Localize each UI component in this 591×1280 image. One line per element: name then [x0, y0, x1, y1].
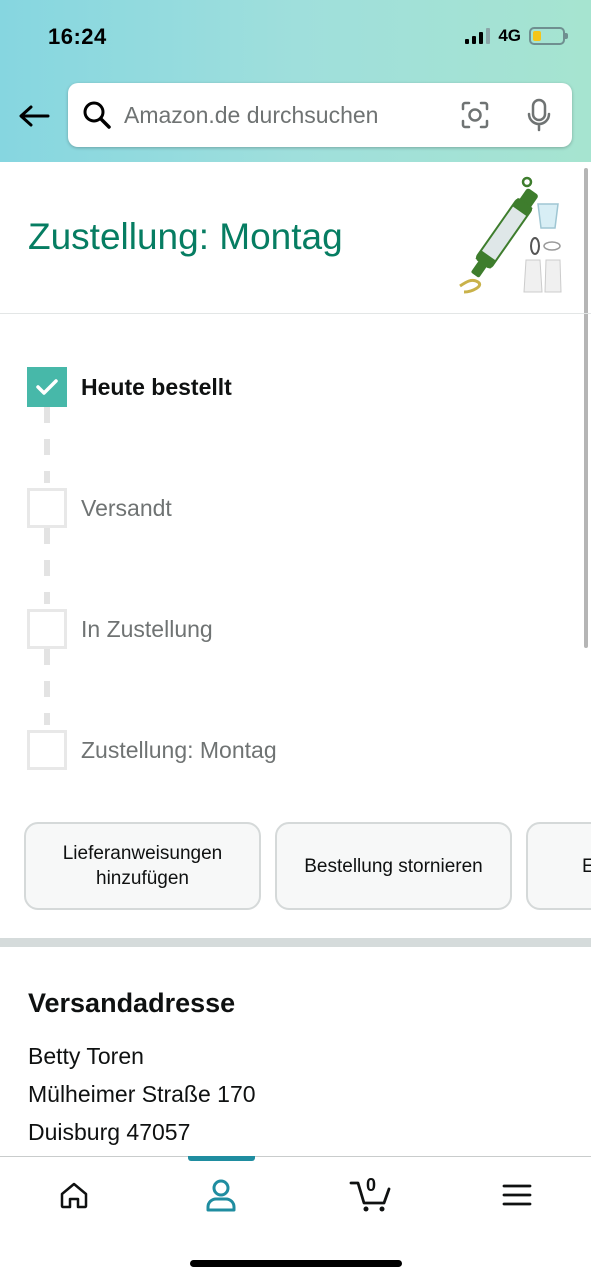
- step-label: In Zustellung: [81, 615, 213, 642]
- home-indicator: [190, 1260, 402, 1267]
- timeline-connector: [44, 528, 50, 604]
- nav-account[interactable]: [191, 1173, 251, 1217]
- back-button[interactable]: [16, 98, 52, 134]
- nav-cart[interactable]: 0: [341, 1173, 401, 1217]
- action-buttons: Lieferanweisungen hinzufügen Bestellung …: [0, 822, 591, 910]
- address-city: Duisburg 47057: [28, 1119, 191, 1145]
- step-ordered: Heute bestellt: [27, 367, 232, 407]
- timeline-connector: [44, 649, 50, 725]
- search-input[interactable]: [124, 101, 460, 129]
- delivery-header: Zustellung: Montag: [0, 162, 591, 314]
- step-label: Heute bestellt: [81, 373, 232, 400]
- search-icon: [83, 101, 111, 129]
- menu-icon: [502, 1184, 532, 1206]
- step-out-for-delivery: In Zustellung: [27, 609, 213, 649]
- battery-icon: [529, 27, 568, 45]
- address-title: Versandadresse: [28, 988, 236, 1018]
- search-bar[interactable]: [68, 83, 572, 147]
- checkbox-empty-icon: [27, 609, 67, 649]
- step-label: Zustellung: Montag: [81, 736, 277, 763]
- cart-count-badge: 0: [365, 1175, 376, 1195]
- account-icon: [206, 1179, 236, 1212]
- shipping-address: Versandadresse Betty Toren Mülheimer Str…: [28, 988, 256, 1157]
- address-street: Mülheimer Straße 170: [28, 1081, 256, 1107]
- nav-home[interactable]: [44, 1173, 104, 1217]
- address-name: Betty Toren: [28, 1043, 144, 1069]
- checkbox-empty-icon: [27, 488, 67, 528]
- microphone-icon[interactable]: [526, 98, 552, 132]
- status-time: 16:24: [48, 24, 107, 49]
- step-delivery: Zustellung: Montag: [27, 730, 277, 770]
- timeline-connector: [44, 407, 50, 483]
- back-arrow-icon: [19, 105, 50, 127]
- step-shipped: Versandt: [27, 488, 172, 528]
- product-image[interactable]: [440, 176, 564, 300]
- signal-icon: [465, 28, 491, 44]
- header: 16:24 4G: [0, 0, 591, 162]
- network-label: 4G: [498, 26, 521, 45]
- active-tab-indicator: [188, 1156, 255, 1161]
- section-divider: [0, 938, 591, 947]
- camera-search-icon[interactable]: [460, 100, 490, 130]
- add-delivery-instructions-button[interactable]: Lieferanweisungen hinzufügen: [24, 822, 261, 910]
- step-label: Versandt: [81, 494, 172, 521]
- check-icon: [27, 367, 67, 407]
- cancel-order-button[interactable]: Bestellung stornieren: [275, 822, 512, 910]
- delivery-title: Zustellung: Montag: [28, 216, 343, 257]
- checkbox-empty-icon: [27, 730, 67, 770]
- status-indicators: 4G: [465, 26, 568, 46]
- home-icon: [60, 1182, 88, 1209]
- more-action-button[interactable]: E: [526, 822, 591, 910]
- nav-menu[interactable]: [487, 1173, 547, 1217]
